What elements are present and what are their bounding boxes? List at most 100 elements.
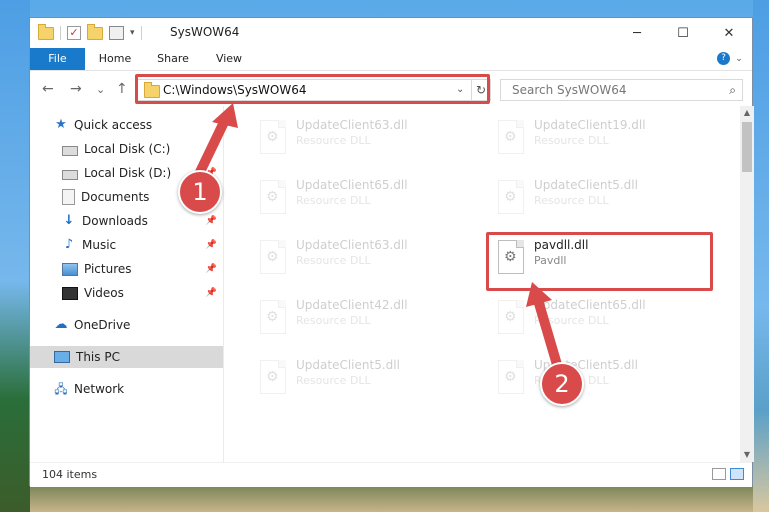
videos-icon: [62, 286, 78, 300]
nav-label: Local Disk (C:): [84, 142, 171, 156]
ribbon-tabs: File Home Share View ? ⌄: [30, 48, 752, 71]
quick-access-toolbar: ✓ ▾: [38, 23, 142, 42]
music-icon: ♪: [64, 237, 74, 252]
file-item[interactable]: ⚙ UpdateClient63.dll Resource DLL: [248, 234, 468, 284]
drive-icon: [62, 169, 78, 180]
nav-label: Videos: [84, 286, 124, 300]
file-name: UpdateClient19.dll: [534, 118, 646, 132]
nav-label: Local Disk (D:): [84, 166, 172, 180]
file-type: Resource DLL: [534, 314, 609, 327]
scroll-up-icon[interactable]: ▲: [740, 106, 754, 120]
new-folder-icon[interactable]: [87, 23, 103, 40]
maximize-button[interactable]: ☐: [660, 18, 706, 48]
file-item[interactable]: ⚙ UpdateClient42.dll Resource DLL: [248, 294, 468, 344]
step-marker-2: 2: [540, 362, 584, 406]
tab-share[interactable]: Share: [148, 48, 198, 70]
nav-label: OneDrive: [74, 318, 131, 332]
expand-ribbon-icon[interactable]: ⌄: [732, 52, 746, 66]
star-icon: ★: [55, 117, 67, 132]
window-controls: ─ ☐ ✕: [614, 18, 752, 48]
nav-item-network[interactable]: 🖧 Network: [30, 378, 223, 400]
title-bar: ✓ ▾ SysWOW64 ─ ☐ ✕: [30, 18, 752, 48]
file-item[interactable]: ⚙ UpdateClient65.dll Resource DLL: [248, 174, 468, 224]
nav-item-music[interactable]: ♪ Music 📌: [30, 234, 223, 256]
pictures-icon: [62, 262, 78, 276]
step-marker-1: 1: [178, 170, 222, 214]
nav-item-pictures[interactable]: Pictures 📌: [30, 258, 223, 280]
recent-locations-button[interactable]: ⌄: [96, 83, 105, 96]
toolbar-separator: [60, 26, 61, 40]
file-name: UpdateClient5.dll: [534, 178, 638, 192]
address-bar-highlight: [135, 74, 490, 104]
dll-file-icon: ⚙: [494, 300, 524, 340]
file-item[interactable]: ⚙ UpdateClient19.dll Resource DLL: [486, 114, 706, 164]
status-bar: 104 items: [30, 462, 752, 487]
file-name: UpdateClient65.dll: [534, 298, 646, 312]
help-icon[interactable]: ?: [717, 52, 730, 65]
forward-button[interactable]: →: [70, 81, 82, 97]
tab-file[interactable]: File: [30, 48, 85, 70]
dll-file-icon: ⚙: [256, 180, 286, 220]
pin-icon[interactable]: 📌: [206, 216, 217, 226]
dll-file-icon: ⚙: [256, 300, 286, 340]
drive-icon: [62, 145, 78, 156]
view-toggle: [712, 468, 744, 480]
file-item[interactable]: ⚙ UpdateClient5.dll Resource DLL: [486, 174, 706, 224]
desktop-background-left: [0, 0, 30, 512]
scroll-down-icon[interactable]: ▼: [740, 448, 754, 462]
scrollbar-thumb[interactable]: [742, 122, 752, 172]
properties-check-icon[interactable]: ✓: [67, 26, 81, 40]
dll-file-icon: ⚙: [494, 120, 524, 160]
dll-file-icon: ⚙: [494, 180, 524, 220]
network-icon: 🖧: [54, 382, 68, 396]
folder-icon: [38, 23, 54, 40]
search-icon[interactable]: ⌕: [729, 83, 736, 98]
dll-file-icon: ⚙: [256, 360, 286, 400]
up-button[interactable]: ↑: [116, 81, 128, 97]
nav-label: Quick access: [74, 118, 153, 132]
customize-icon[interactable]: [109, 26, 124, 40]
nav-item-this-pc[interactable]: This PC: [30, 346, 223, 368]
file-item[interactable]: ⚙ UpdateClient63.dll Resource DLL: [248, 114, 468, 164]
file-type: Resource DLL: [296, 134, 371, 147]
pin-icon[interactable]: 📌: [206, 288, 217, 298]
file-item[interactable]: ⚙ UpdateClient5.dll Resource DLL: [248, 354, 468, 404]
dll-file-icon: ⚙: [256, 120, 286, 160]
minimize-button[interactable]: ─: [614, 18, 660, 48]
file-item[interactable]: ⚙ UpdateClient5.dll Resource DLL: [486, 354, 706, 404]
file-name: UpdateClient42.dll: [296, 298, 408, 312]
nav-label: Music: [82, 238, 117, 252]
computer-icon: [54, 351, 70, 363]
file-type: Resource DLL: [296, 314, 371, 327]
nav-label: Downloads: [82, 214, 148, 228]
pin-icon[interactable]: 📌: [206, 144, 217, 154]
search-input[interactable]: [510, 82, 714, 98]
dll-file-icon: ⚙: [256, 240, 286, 280]
nav-item-quick-access[interactable]: ★ Quick access: [30, 114, 223, 136]
nav-item-videos[interactable]: Videos 📌: [30, 282, 223, 304]
customize-dropdown-icon[interactable]: ▾: [130, 28, 135, 38]
tab-home[interactable]: Home: [90, 48, 140, 70]
pin-icon[interactable]: 📌: [206, 264, 217, 274]
file-item[interactable]: ⚙ UpdateClient65.dll Resource DLL: [486, 294, 706, 344]
dll-file-icon: ⚙: [494, 360, 524, 400]
nav-item-local-disk-c[interactable]: Local Disk (C:) 📌: [30, 138, 223, 160]
cloud-icon: ☁: [54, 317, 68, 332]
desktop-background-right: [753, 0, 769, 512]
nav-item-onedrive[interactable]: ☁ OneDrive: [30, 314, 223, 336]
close-button[interactable]: ✕: [706, 18, 752, 48]
pin-icon[interactable]: 📌: [206, 240, 217, 250]
toolbar-separator: [140, 26, 142, 40]
file-name: UpdateClient63.dll: [296, 118, 408, 132]
search-box[interactable]: ⌕: [500, 79, 743, 101]
item-count: 104 items: [42, 468, 98, 481]
tab-view[interactable]: View: [204, 48, 254, 70]
file-type: Resource DLL: [296, 374, 371, 387]
details-view-icon[interactable]: [712, 468, 726, 480]
file-type: Resource DLL: [534, 194, 609, 207]
vertical-scrollbar[interactable]: ▲ ▼: [740, 106, 754, 462]
file-name: UpdateClient5.dll: [296, 358, 400, 372]
file-type: Resource DLL: [296, 194, 371, 207]
back-button[interactable]: ←: [42, 81, 54, 97]
large-icons-view-icon[interactable]: [730, 468, 744, 480]
